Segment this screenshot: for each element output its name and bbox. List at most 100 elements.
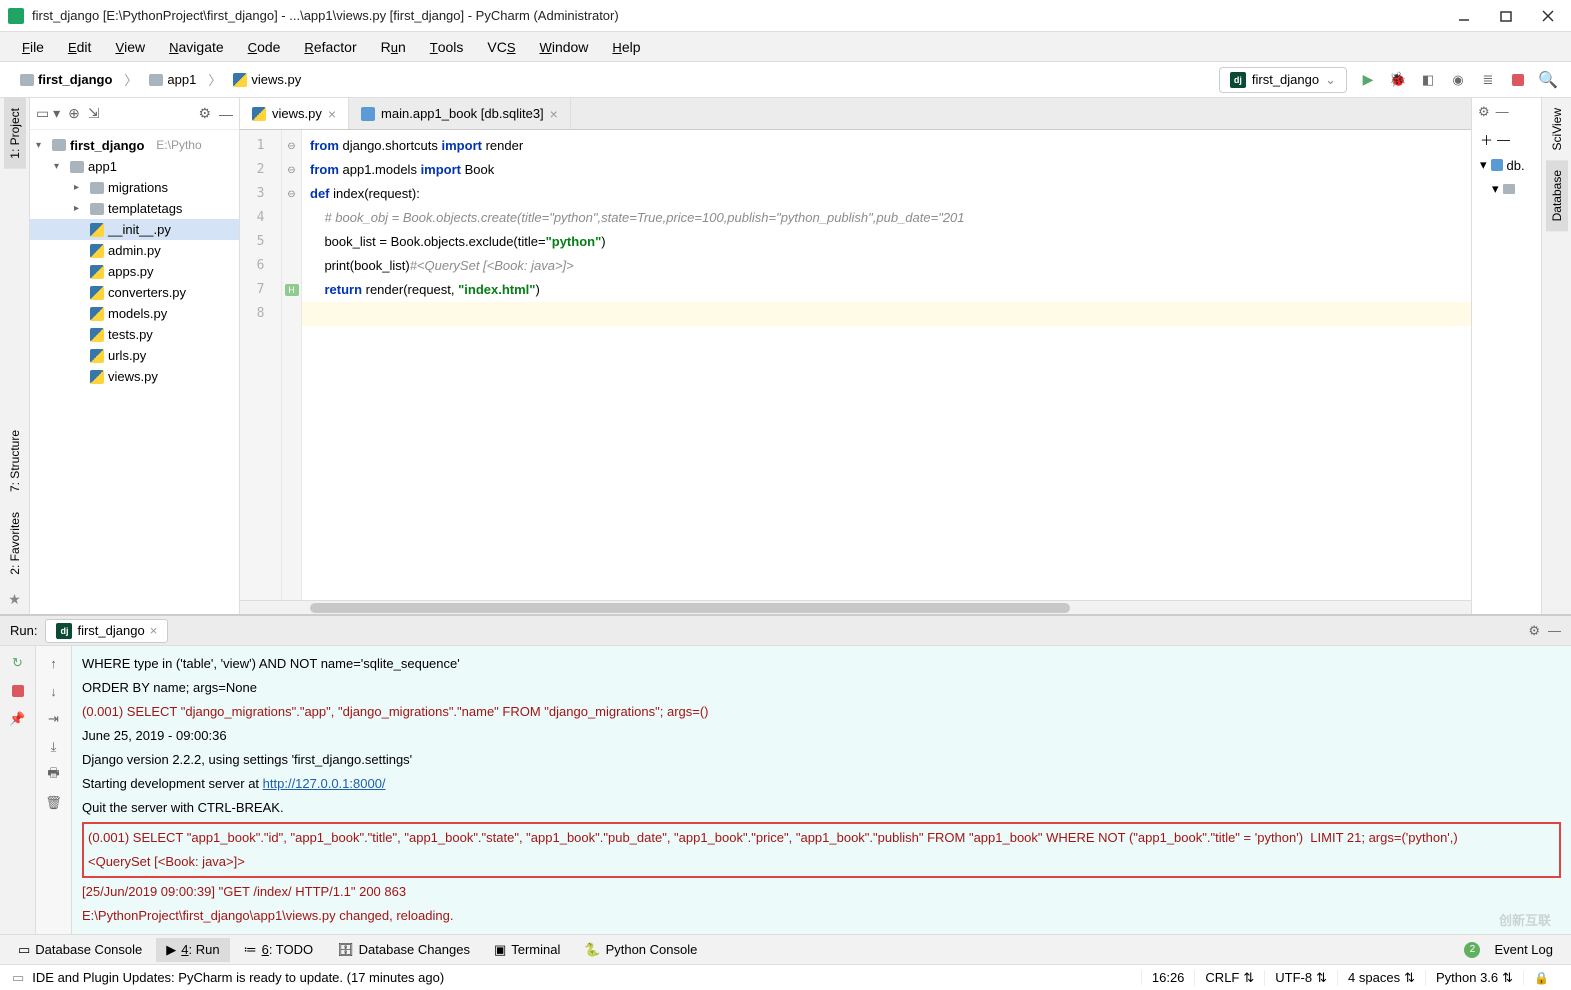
tree-file[interactable]: apps.py — [30, 261, 239, 282]
up-stack-icon[interactable]: ↑ — [45, 654, 63, 672]
concurrency-button[interactable]: ≣ — [1479, 71, 1497, 89]
breadcrumb[interactable]: first_django — [14, 70, 118, 89]
maximize-button[interactable] — [1499, 9, 1513, 23]
tree-file[interactable]: admin.py — [30, 240, 239, 261]
close-button[interactable] — [1541, 9, 1555, 23]
tree-file[interactable]: __init__.py — [30, 219, 239, 240]
run-tab-bottom[interactable]: ▶4: Run — [156, 938, 229, 962]
todo-tab[interactable]: ≔6: TODO — [234, 938, 324, 962]
favorites-tool-tab[interactable]: 2: Favorites — [4, 502, 26, 585]
pycharm-icon — [8, 8, 24, 24]
down-stack-icon[interactable]: ↓ — [45, 682, 63, 700]
bottom-tool-stripe: ▭Database Console ▶4: Run ≔6: TODO 🗄Data… — [0, 934, 1571, 964]
gear-icon[interactable]: ⚙ — [1478, 104, 1490, 120]
db-child[interactable]: ▾ — [1478, 177, 1535, 201]
collapse-all-icon[interactable]: ⇲ — [88, 105, 100, 122]
event-log-tab[interactable]: Event Log — [1484, 938, 1563, 961]
tool-window-quick-access-icon[interactable]: ▭ — [12, 970, 24, 986]
tab-views-py[interactable]: views.py× — [240, 98, 349, 129]
folder-icon — [90, 203, 104, 215]
folder-icon — [52, 139, 66, 151]
close-tab-icon[interactable]: × — [550, 106, 558, 122]
breadcrumb[interactable]: app1 — [143, 70, 202, 89]
tree-folder[interactable]: ▸templatetags — [30, 198, 239, 219]
menu-window[interactable]: Window — [532, 35, 597, 59]
tree-file[interactable]: urls.py — [30, 345, 239, 366]
breadcrumb[interactable]: views.py — [227, 70, 307, 89]
soft-wrap-icon[interactable]: ⇥ — [45, 710, 63, 728]
tree-file[interactable]: models.py — [30, 303, 239, 324]
project-tool-tab[interactable]: 1: Project — [4, 98, 26, 169]
menu-navigate[interactable]: Navigate — [161, 35, 232, 59]
menu-vcs[interactable]: VCS — [479, 35, 523, 59]
clear-all-icon[interactable]: 🗑 — [45, 794, 63, 812]
read-only-lock-icon[interactable]: 🔒 — [1523, 971, 1559, 985]
hide-panel-icon[interactable]: — — [1496, 104, 1509, 120]
run-configuration-dropdown[interactable]: dj first_django ⌄ — [1219, 67, 1347, 93]
menu-refactor[interactable]: Refactor — [296, 35, 364, 59]
hide-panel-icon[interactable]: — — [219, 106, 233, 122]
menu-help[interactable]: Help — [604, 35, 648, 59]
line-number-gutter[interactable]: 12345678 — [240, 130, 282, 600]
run-tab[interactable]: djfirst_django× — [45, 619, 168, 643]
menu-tools[interactable]: Tools — [422, 35, 472, 59]
tree-folder-app1[interactable]: ▾app1 — [30, 156, 239, 177]
menu-file[interactable]: File — [14, 35, 52, 59]
gear-icon[interactable]: ⚙ — [1528, 623, 1540, 639]
bookmark-icon[interactable]: ★ — [8, 591, 21, 608]
django-icon: dj — [56, 623, 72, 639]
tree-file[interactable]: tests.py — [30, 324, 239, 345]
menu-run[interactable]: Run — [373, 35, 414, 59]
tree-root[interactable]: ▾first_django E:\Pytho — [30, 134, 239, 156]
menu-view[interactable]: View — [107, 35, 153, 59]
run-tool-window: Run: djfirst_django× ⚙ — ↻ 📌 ↑ ↓ ⇥ ⤓ 🖶 🗑… — [0, 614, 1571, 934]
profile-button[interactable]: ◉ — [1449, 71, 1467, 89]
search-everywhere-button[interactable]: 🔍 — [1539, 71, 1557, 89]
stop-run-button[interactable] — [9, 682, 27, 700]
menu-edit[interactable]: Edit — [60, 35, 99, 59]
db-node[interactable]: ▾db. — [1478, 153, 1535, 177]
chevron-right-icon: 〉 — [208, 70, 221, 89]
debug-button[interactable]: 🐞 — [1389, 71, 1407, 89]
sciview-tool-tab[interactable]: SciView — [1546, 98, 1568, 160]
run-button[interactable]: ▶ — [1359, 71, 1377, 89]
rerun-button[interactable]: ↻ — [9, 654, 27, 672]
menu-code[interactable]: Code — [240, 35, 289, 59]
line-separator[interactable]: CRLF⇅ — [1194, 970, 1264, 986]
close-tab-icon[interactable]: × — [328, 106, 336, 122]
gutter-marks: ⊖⊖⊖H — [282, 130, 302, 600]
stop-button[interactable] — [1509, 71, 1527, 89]
notification-badge[interactable]: 2 — [1464, 942, 1480, 958]
python-console-tab[interactable]: 🐍Python Console — [574, 938, 707, 962]
editor-tabs: views.py× main.app1_book [db.sqlite3]× — [240, 98, 1471, 130]
close-tab-icon[interactable]: × — [150, 623, 158, 638]
scroll-from-source-icon[interactable]: ⊕ — [68, 105, 80, 122]
database-changes-tab[interactable]: 🗄Database Changes — [327, 938, 480, 962]
tree-folder[interactable]: ▸migrations — [30, 177, 239, 198]
file-encoding[interactable]: UTF-8⇅ — [1264, 970, 1337, 986]
add-datasource-button[interactable]: ＋— — [1478, 126, 1535, 153]
console-output[interactable]: WHERE type in ('table', 'view') AND NOT … — [72, 646, 1571, 934]
coverage-button[interactable]: ◧ — [1419, 71, 1437, 89]
minimize-button[interactable] — [1457, 9, 1471, 23]
caret-position[interactable]: 16:26 — [1141, 970, 1195, 985]
horizontal-scrollbar[interactable] — [240, 600, 1471, 614]
project-view-dropdown[interactable]: ▭ ▾ — [36, 105, 60, 122]
print-icon[interactable]: 🖶 — [45, 766, 63, 784]
scroll-to-end-icon[interactable]: ⤓ — [45, 738, 63, 756]
pin-button[interactable]: 📌 — [9, 710, 27, 728]
terminal-tab[interactable]: ▣Terminal — [484, 938, 570, 962]
tree-file[interactable]: views.py — [30, 366, 239, 387]
database-tool-tab[interactable]: Database — [1546, 160, 1568, 231]
project-tree[interactable]: ▾first_django E:\Pytho ▾app1 ▸migrations… — [30, 130, 239, 614]
indent-settings[interactable]: 4 spaces⇅ — [1337, 970, 1425, 986]
python-interpreter[interactable]: Python 3.6⇅ — [1425, 970, 1523, 986]
code-editor[interactable]: from django.shortcuts import renderfrom … — [302, 130, 1471, 600]
gear-icon[interactable]: ⚙ — [198, 105, 211, 122]
tree-file[interactable]: converters.py — [30, 282, 239, 303]
hide-panel-icon[interactable]: — — [1548, 623, 1561, 638]
database-console-tab[interactable]: ▭Database Console — [8, 938, 152, 962]
structure-tool-tab[interactable]: 7: Structure — [4, 420, 26, 502]
tab-db-table[interactable]: main.app1_book [db.sqlite3]× — [349, 98, 571, 129]
python-file-icon — [90, 265, 104, 279]
